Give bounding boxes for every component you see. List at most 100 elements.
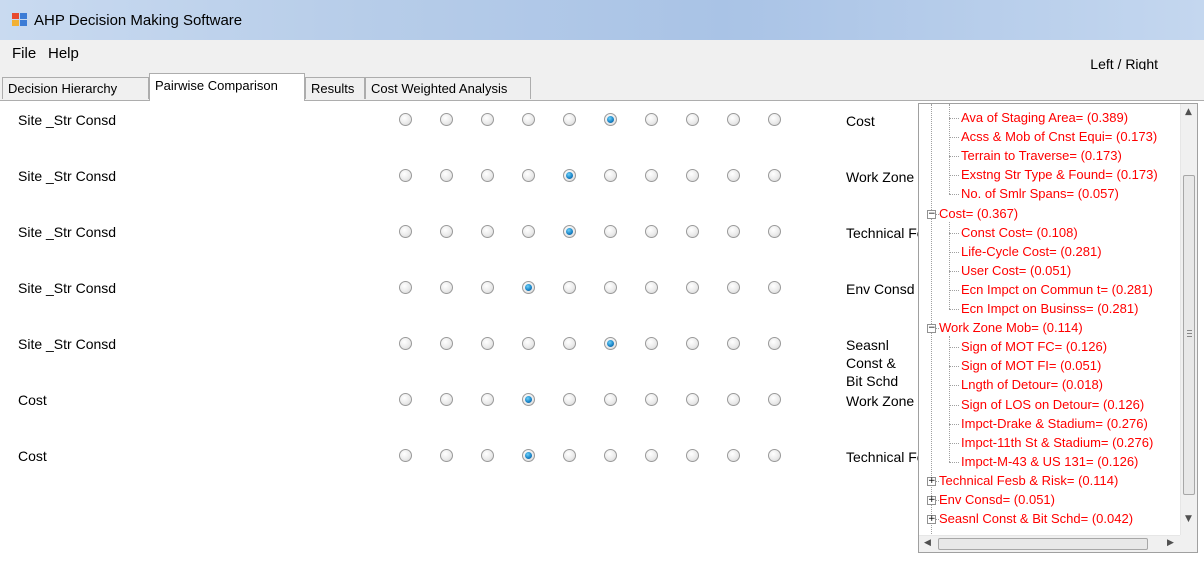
scale-radio-6[interactable] [604, 225, 617, 238]
tab-pairwise-comparison[interactable]: Pairwise Comparison [149, 73, 305, 101]
scale-radio-10[interactable] [768, 449, 781, 462]
expand-icon[interactable]: + [927, 496, 936, 505]
scale-radio-4[interactable] [522, 113, 535, 126]
scale-radio-4[interactable] [522, 393, 535, 406]
scale-radio-5[interactable] [563, 449, 576, 462]
scale-radio-5[interactable] [563, 169, 576, 182]
scale-radio-7[interactable] [645, 169, 658, 182]
tree-node-child[interactable]: Impct-M-43 & US 131= (0.126) [961, 452, 1138, 471]
scale-radio-4[interactable] [522, 225, 535, 238]
tree-node-child[interactable]: Sign of MOT FI= (0.051) [961, 356, 1101, 375]
scale-radio-8[interactable] [686, 281, 699, 294]
scale-radio-9[interactable] [727, 169, 740, 182]
scale-radio-7[interactable] [645, 449, 658, 462]
tree-node-child[interactable]: Sign of MOT FC= (0.126) [961, 337, 1107, 356]
scale-radio-9[interactable] [727, 225, 740, 238]
tree-node-child[interactable]: Ecn Impct on Commun t= (0.281) [961, 280, 1153, 299]
scale-radio-3[interactable] [481, 113, 494, 126]
scale-radio-5[interactable] [563, 337, 576, 350]
scale-radio-7[interactable] [645, 337, 658, 350]
menu-help[interactable]: Help [48, 45, 79, 62]
scale-radio-3[interactable] [481, 393, 494, 406]
collapse-icon[interactable]: − [927, 324, 936, 334]
menu-file[interactable]: File [12, 45, 36, 62]
scale-radio-4[interactable] [522, 337, 535, 350]
tree-node-child[interactable]: Exstng Str Type & Found= (0.173) [961, 165, 1158, 184]
scale-radio-6[interactable] [604, 337, 617, 350]
tree-node-child[interactable]: Const Cost= (0.108) [961, 223, 1078, 242]
scale-radio-1[interactable] [399, 337, 412, 350]
scale-radio-9[interactable] [727, 393, 740, 406]
scale-radio-1[interactable] [399, 225, 412, 238]
hierarchy-tree-view[interactable]: Ava of Staging Area= (0.389) Acss & Mob o… [918, 103, 1198, 553]
scale-radio-10[interactable] [768, 113, 781, 126]
scale-radio-8[interactable] [686, 337, 699, 350]
scale-radio-8[interactable] [686, 393, 699, 406]
scale-radio-3[interactable] [481, 169, 494, 182]
tree-node-parent[interactable]: Cost= (0.367) [939, 204, 1018, 223]
tree-node-child[interactable]: Ecn Impct on Businss= (0.281) [961, 299, 1138, 318]
scale-radio-4[interactable] [522, 281, 535, 294]
scroll-left-icon[interactable]: ◀ [924, 538, 931, 548]
scale-radio-8[interactable] [686, 225, 699, 238]
scroll-right-icon[interactable]: ▶ [1167, 538, 1174, 548]
tree-node-parent[interactable]: Seasnl Const & Bit Schd= (0.042) [939, 509, 1133, 528]
tab-cost-weighted-analysis[interactable]: Cost Weighted Analysis [365, 77, 531, 99]
tree-node-child[interactable]: Impct-11th St & Stadium= (0.276) [961, 433, 1153, 452]
scale-radio-5[interactable] [563, 393, 576, 406]
expand-icon[interactable]: + [927, 476, 936, 486]
scale-radio-1[interactable] [399, 449, 412, 462]
scale-radio-10[interactable] [768, 281, 781, 294]
scale-radio-2[interactable] [440, 113, 453, 126]
horizontal-scroll-thumb[interactable] [938, 538, 1148, 550]
scale-radio-1[interactable] [399, 393, 412, 406]
scale-radio-8[interactable] [686, 169, 699, 182]
scale-radio-10[interactable] [768, 225, 781, 238]
tree-node-child[interactable]: Terrain to Traverse= (0.173) [961, 146, 1122, 165]
scale-radio-4[interactable] [522, 449, 535, 462]
scale-radio-3[interactable] [481, 337, 494, 350]
scale-radio-9[interactable] [727, 113, 740, 126]
tree-node-child[interactable]: No. of Smlr Spans= (0.057) [961, 184, 1119, 203]
scale-radio-6[interactable] [604, 449, 617, 462]
scale-radio-6[interactable] [604, 169, 617, 182]
scale-radio-5[interactable] [563, 281, 576, 294]
scale-radio-3[interactable] [481, 281, 494, 294]
scale-radio-1[interactable] [399, 281, 412, 294]
tree-node-parent[interactable]: Env Consd= (0.051) [939, 490, 1055, 509]
tree-node-child[interactable]: Acss & Mob of Cnst Equi= (0.173) [961, 127, 1157, 146]
tree-node-child[interactable]: Ava of Staging Area= (0.389) [961, 108, 1128, 127]
tree-node-child[interactable]: Sign of LOS on Detour= (0.126) [961, 395, 1144, 414]
scale-radio-7[interactable] [645, 281, 658, 294]
horizontal-scrollbar[interactable]: ◀ ▶ [919, 535, 1181, 552]
tree-node-child[interactable]: User Cost= (0.051) [961, 261, 1071, 280]
scale-radio-3[interactable] [481, 449, 494, 462]
scale-radio-3[interactable] [481, 225, 494, 238]
vertical-scroll-thumb[interactable] [1183, 175, 1195, 495]
scale-radio-9[interactable] [727, 281, 740, 294]
scale-radio-7[interactable] [645, 393, 658, 406]
scale-radio-10[interactable] [768, 393, 781, 406]
scale-radio-1[interactable] [399, 113, 412, 126]
scale-radio-6[interactable] [604, 393, 617, 406]
scale-radio-8[interactable] [686, 113, 699, 126]
scale-radio-9[interactable] [727, 449, 740, 462]
tree-node-parent[interactable]: Technical Fesb & Risk= (0.114) [939, 471, 1118, 490]
scale-radio-1[interactable] [399, 169, 412, 182]
scroll-up-icon[interactable]: ▲ [1185, 107, 1192, 117]
scale-radio-7[interactable] [645, 225, 658, 238]
expand-icon[interactable]: + [927, 515, 936, 525]
scale-radio-2[interactable] [440, 337, 453, 350]
tree-node-child[interactable]: Lngth of Detour= (0.018) [961, 375, 1103, 394]
tree-node-child[interactable]: Impct-Drake & Stadium= (0.276) [961, 414, 1148, 433]
tree-node-parent[interactable]: Work Zone Mob= (0.114) [939, 318, 1083, 337]
scale-radio-5[interactable] [563, 113, 576, 126]
scale-radio-10[interactable] [768, 169, 781, 182]
tab-results[interactable]: Results [305, 77, 365, 99]
scroll-down-icon[interactable]: ▼ [1185, 514, 1192, 524]
scale-radio-2[interactable] [440, 281, 453, 294]
scale-radio-2[interactable] [440, 449, 453, 462]
tab-decision-hierarchy[interactable]: Decision Hierarchy [2, 77, 149, 99]
scale-radio-6[interactable] [604, 113, 617, 126]
scale-radio-7[interactable] [645, 113, 658, 126]
